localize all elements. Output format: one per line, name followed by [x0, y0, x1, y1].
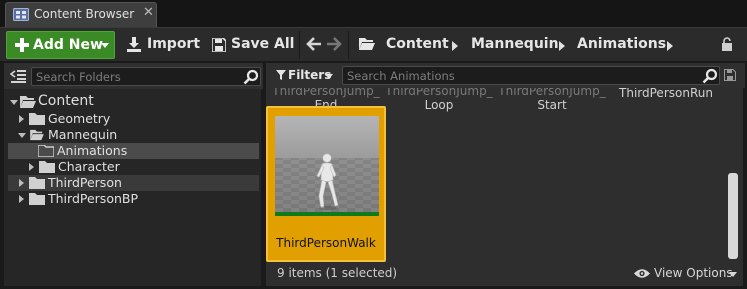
tab-strip: Content Browser ✕ — [0, 0, 747, 27]
folder-tree-item-character[interactable]: Character — [4, 159, 263, 175]
filter-icon — [276, 70, 286, 80]
expand-arrow-icon[interactable] — [18, 133, 26, 138]
search-icon[interactable] — [702, 68, 718, 84]
expand-arrow-icon[interactable] — [10, 100, 18, 105]
eye-icon — [634, 269, 650, 278]
close-icon[interactable]: ✕ — [143, 5, 154, 20]
chevron-down-icon — [325, 74, 333, 79]
asset-panel-header: Filters — [266, 63, 745, 88]
collapsed-arrow-icon[interactable] — [19, 179, 24, 187]
asset-tile-jump-loop[interactable]: ThirdPersonJump_ Loop — [384, 88, 494, 112]
save-all-button[interactable]: Save All — [206, 31, 294, 59]
folder-icon — [29, 177, 45, 189]
mannequin-preview-image — [275, 116, 379, 212]
folder-panel-header — [4, 63, 263, 89]
toolbar-divider — [348, 31, 349, 59]
asset-tile-jump-start[interactable]: ThirdPersonJump_ Start — [497, 88, 607, 112]
collapsed-arrow-icon[interactable] — [29, 163, 34, 171]
toolbar: Add New Import Save All Content Mannequi… — [0, 27, 747, 61]
lock-icon[interactable] — [721, 37, 733, 51]
add-new-button[interactable]: Add New — [6, 31, 115, 59]
folder-panel: Content Geometry Mannequin Animations Ch… — [3, 62, 263, 287]
sources-panel-toggle-icon[interactable] — [10, 69, 26, 83]
asset-tile-selected[interactable]: ThirdPersonWalk — [266, 106, 386, 262]
asset-name: ThirdPersonRun — [619, 88, 713, 100]
folder-tree-label: Geometry — [48, 111, 111, 126]
folder-tree-item-thirdpersonbp[interactable]: ThirdPersonBP — [4, 191, 263, 207]
import-icon — [127, 37, 141, 52]
asset-name-cut-off: ThirdPersonJump_ — [272, 88, 380, 98]
search-animations-input[interactable] — [347, 68, 697, 83]
scrollbar-thumb[interactable] — [728, 173, 738, 259]
save-icon — [212, 38, 226, 52]
search-folders-input[interactable] — [36, 69, 236, 84]
items-count: 9 items (1 selected) — [277, 266, 398, 280]
folder-tree-item-content[interactable]: Content — [4, 93, 263, 110]
folder-icon — [39, 161, 55, 173]
folder-open-icon — [359, 38, 375, 50]
search-icon[interactable] — [243, 69, 259, 85]
collapsed-arrow-icon[interactable] — [19, 115, 24, 123]
breadcrumb-content[interactable]: Content — [386, 36, 449, 52]
asset-grid: ThirdPersonJump_ End ThirdPersonJump_ Lo… — [266, 88, 745, 264]
back-arrow-icon[interactable] — [306, 35, 322, 53]
chevron-down-icon — [101, 43, 109, 48]
breadcrumb-mannequin[interactable]: Mannequin — [471, 36, 559, 52]
search-animations-field[interactable] — [342, 66, 720, 85]
view-options-label: View Options — [654, 266, 733, 280]
asset-name: ThirdPersonWalk — [276, 236, 376, 250]
folder-tree-item-thirdperson[interactable]: ThirdPerson — [8, 175, 259, 191]
tab-title: Content Browser — [34, 7, 135, 21]
toolbar-divider — [299, 31, 300, 59]
asset-tile-run[interactable]: ThirdPersonRun — [611, 88, 721, 100]
plus-icon — [15, 38, 29, 52]
forward-arrow-icon[interactable] — [326, 35, 342, 53]
breadcrumb-animations[interactable]: Animations — [577, 36, 666, 52]
asset-panel-footer: 9 items (1 selected) View Options — [266, 264, 745, 286]
view-options-button[interactable]: View Options — [634, 266, 738, 282]
folder-open-icon — [30, 129, 44, 141]
filters-button[interactable]: Filters — [274, 66, 336, 85]
tab-content-browser[interactable]: Content Browser ✕ — [5, 2, 157, 27]
folder-open-icon — [20, 96, 36, 108]
folder-icon — [38, 145, 54, 157]
chevron-down-icon — [729, 272, 737, 277]
folder-tree-label: ThirdPersonBP — [48, 191, 139, 206]
save-all-label: Save All — [231, 36, 295, 52]
breadcrumb-arrow-icon[interactable] — [559, 41, 565, 51]
folder-icon — [29, 113, 45, 125]
folder-tree-label: Character — [58, 159, 120, 174]
save-search-icon[interactable] — [724, 69, 736, 81]
folder-tree-label: Content — [38, 93, 94, 109]
asset-name: Loop — [424, 98, 454, 112]
add-new-label: Add New — [33, 37, 103, 53]
folder-icon — [29, 193, 45, 205]
folder-tree-label: ThirdPerson — [48, 175, 122, 190]
asset-thumbnail — [275, 116, 379, 216]
breadcrumb-arrow-icon[interactable] — [452, 41, 458, 51]
folder-tree-item-geometry[interactable]: Geometry — [4, 111, 263, 127]
folder-tree-item-animations[interactable]: Animations — [8, 143, 259, 159]
asset-name: Start — [537, 98, 567, 112]
collapsed-arrow-icon[interactable] — [19, 195, 24, 203]
asset-panel: Filters ThirdPersonJump_ End ThirdPerson… — [265, 62, 745, 287]
asset-name-cut-off: ThirdPersonJump_ — [498, 88, 606, 98]
import-label: Import — [147, 36, 201, 52]
content-browser-icon — [13, 8, 29, 21]
folder-tree-label: Animations — [57, 143, 128, 158]
asset-name-cut-off: ThirdPersonJump_ — [385, 88, 493, 98]
breadcrumb-arrow-icon[interactable] — [667, 41, 673, 51]
folder-tree-label: Mannequin — [48, 127, 118, 142]
search-folders-field[interactable] — [31, 67, 261, 86]
import-button[interactable]: Import — [122, 31, 201, 59]
folder-tree-item-mannequin[interactable]: Mannequin — [4, 127, 263, 143]
